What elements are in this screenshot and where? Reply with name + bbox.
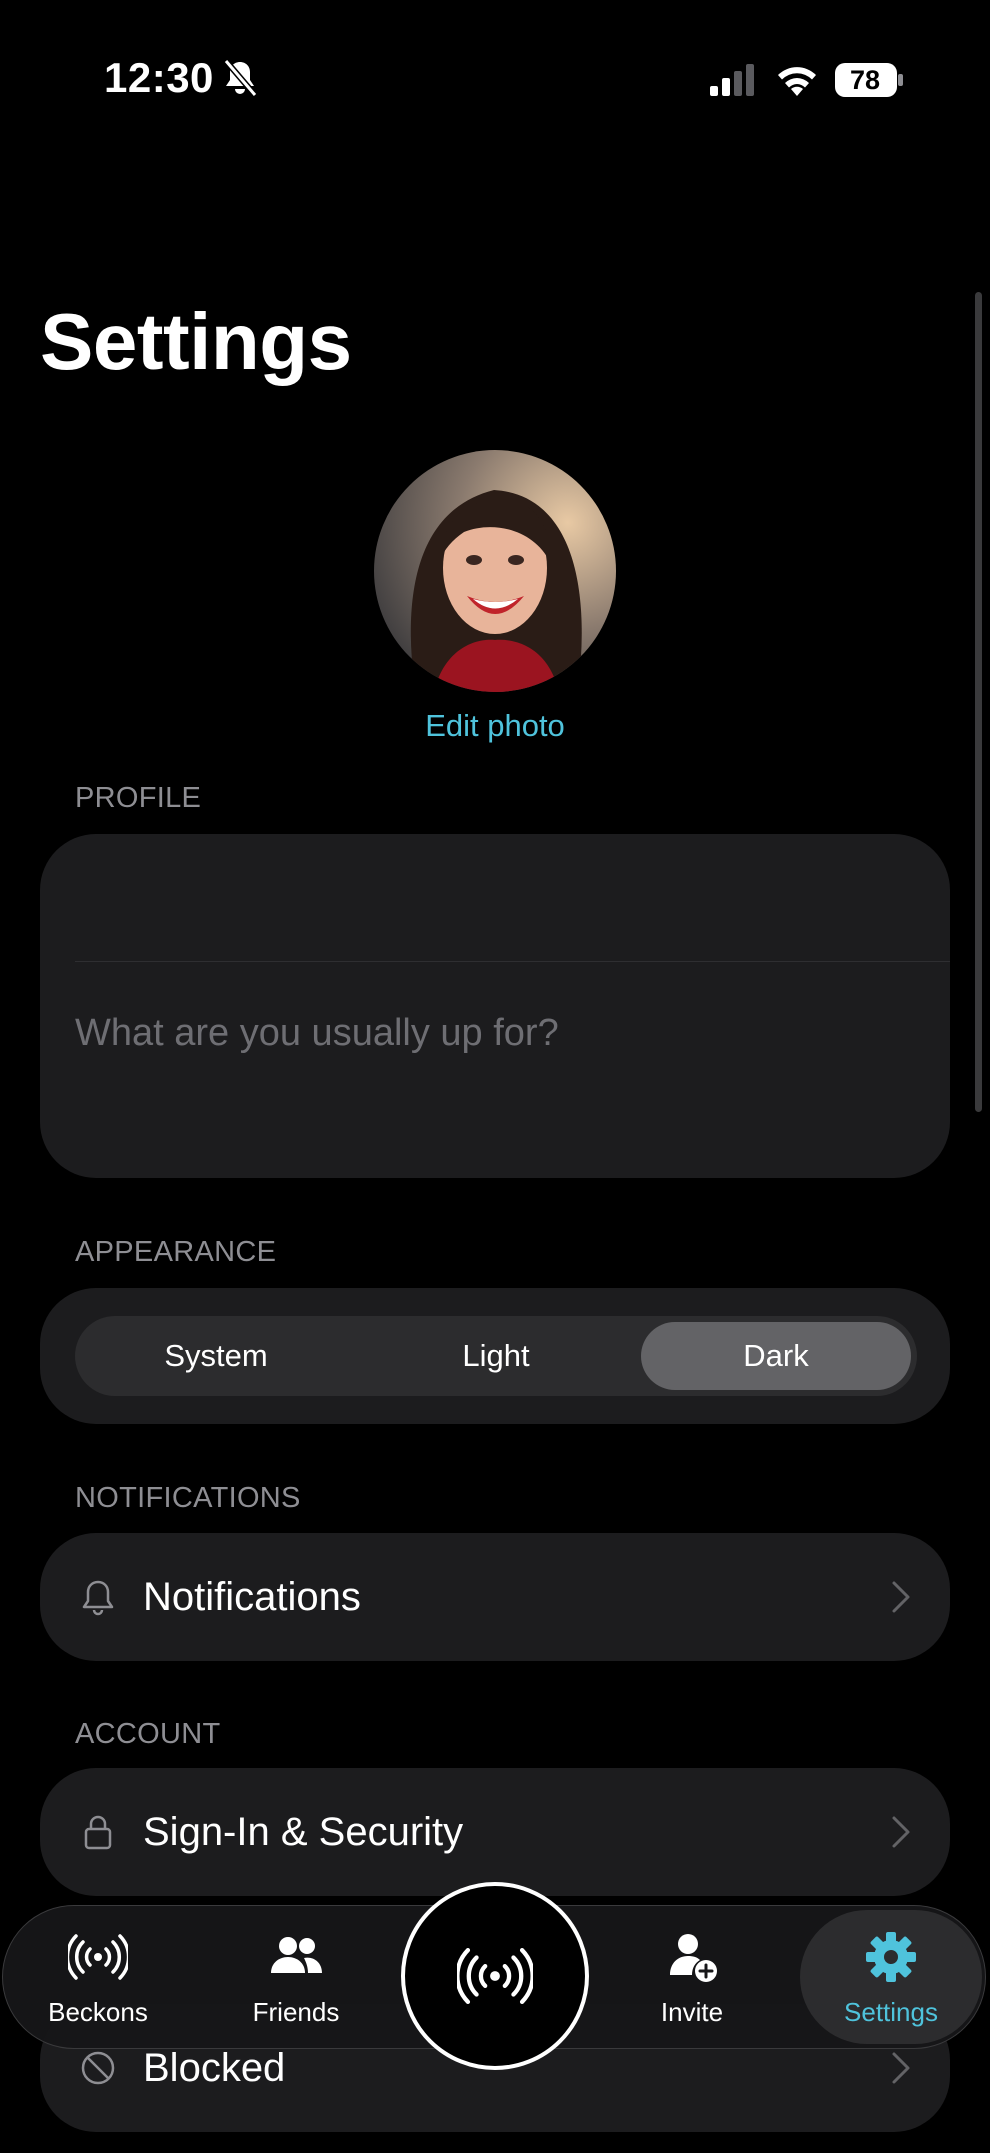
- edit-photo-link[interactable]: Edit photo: [0, 708, 990, 744]
- tab-friends[interactable]: Friends: [228, 1905, 364, 2049]
- person-add-icon: [670, 1934, 717, 1982]
- bell-icon: [82, 1580, 114, 1616]
- segment-system[interactable]: System: [83, 1322, 349, 1390]
- tab-label: Invite: [660, 1997, 724, 2027]
- notifications-label: Notifications: [143, 1575, 361, 1619]
- appearance-section-label: APPEARANCE: [75, 1236, 277, 1268]
- chevron-right-icon: [892, 1816, 910, 1848]
- profile-card: What are you usually up for?: [40, 834, 950, 1178]
- sign-in-security-row[interactable]: Sign-In & Security: [40, 1768, 950, 1896]
- appearance-segmented-control: System Light Dark: [75, 1316, 917, 1396]
- segment-light[interactable]: Light: [363, 1322, 629, 1390]
- cellular-signal-icon: [710, 64, 754, 96]
- tab-invite[interactable]: Invite: [624, 1905, 760, 2049]
- tab-label: Settings: [844, 1997, 938, 2027]
- bio-input[interactable]: What are you usually up for?: [75, 1012, 559, 1055]
- bell-slash-icon: [223, 59, 258, 97]
- scrollbar[interactable]: [975, 292, 982, 1112]
- broadcast-center-icon: [457, 1948, 533, 2004]
- gear-icon: [866, 1932, 916, 1982]
- page-title: Settings: [40, 297, 352, 386]
- sign-in-security-label: Sign-In & Security: [143, 1810, 464, 1854]
- appearance-card: System Light Dark: [40, 1288, 950, 1424]
- settings-screen: 12:30 78 Settings Edit photo PROFILE Wha…: [0, 0, 990, 2153]
- chevron-right-icon: [892, 1581, 910, 1613]
- prohibited-icon: [81, 2051, 115, 2085]
- notifications-section-label: NOTIFICATIONS: [75, 1482, 301, 1514]
- account-section-label: ACCOUNT: [75, 1718, 221, 1750]
- status-time: 12:30: [104, 54, 214, 101]
- tab-settings[interactable]: Settings: [822, 1905, 960, 2049]
- chevron-right-icon: [892, 2052, 910, 2084]
- tab-label: Beckons: [48, 1997, 148, 2027]
- broadcast-icon: [68, 1934, 128, 1980]
- profile-section-label: PROFILE: [75, 782, 202, 814]
- battery-level: 78: [849, 65, 881, 95]
- beckon-center-button[interactable]: [401, 1882, 589, 2070]
- avatar[interactable]: [374, 450, 616, 692]
- notifications-row[interactable]: Notifications: [40, 1533, 950, 1661]
- tab-beckons[interactable]: Beckons: [30, 1905, 166, 2049]
- segment-dark[interactable]: Dark: [641, 1322, 911, 1390]
- tab-label: Friends: [252, 1997, 340, 2027]
- name-field[interactable]: [75, 864, 915, 934]
- wifi-icon: [778, 67, 816, 96]
- lock-icon: [84, 1815, 112, 1850]
- people-icon: [271, 1937, 322, 1973]
- profile-divider: [75, 961, 950, 962]
